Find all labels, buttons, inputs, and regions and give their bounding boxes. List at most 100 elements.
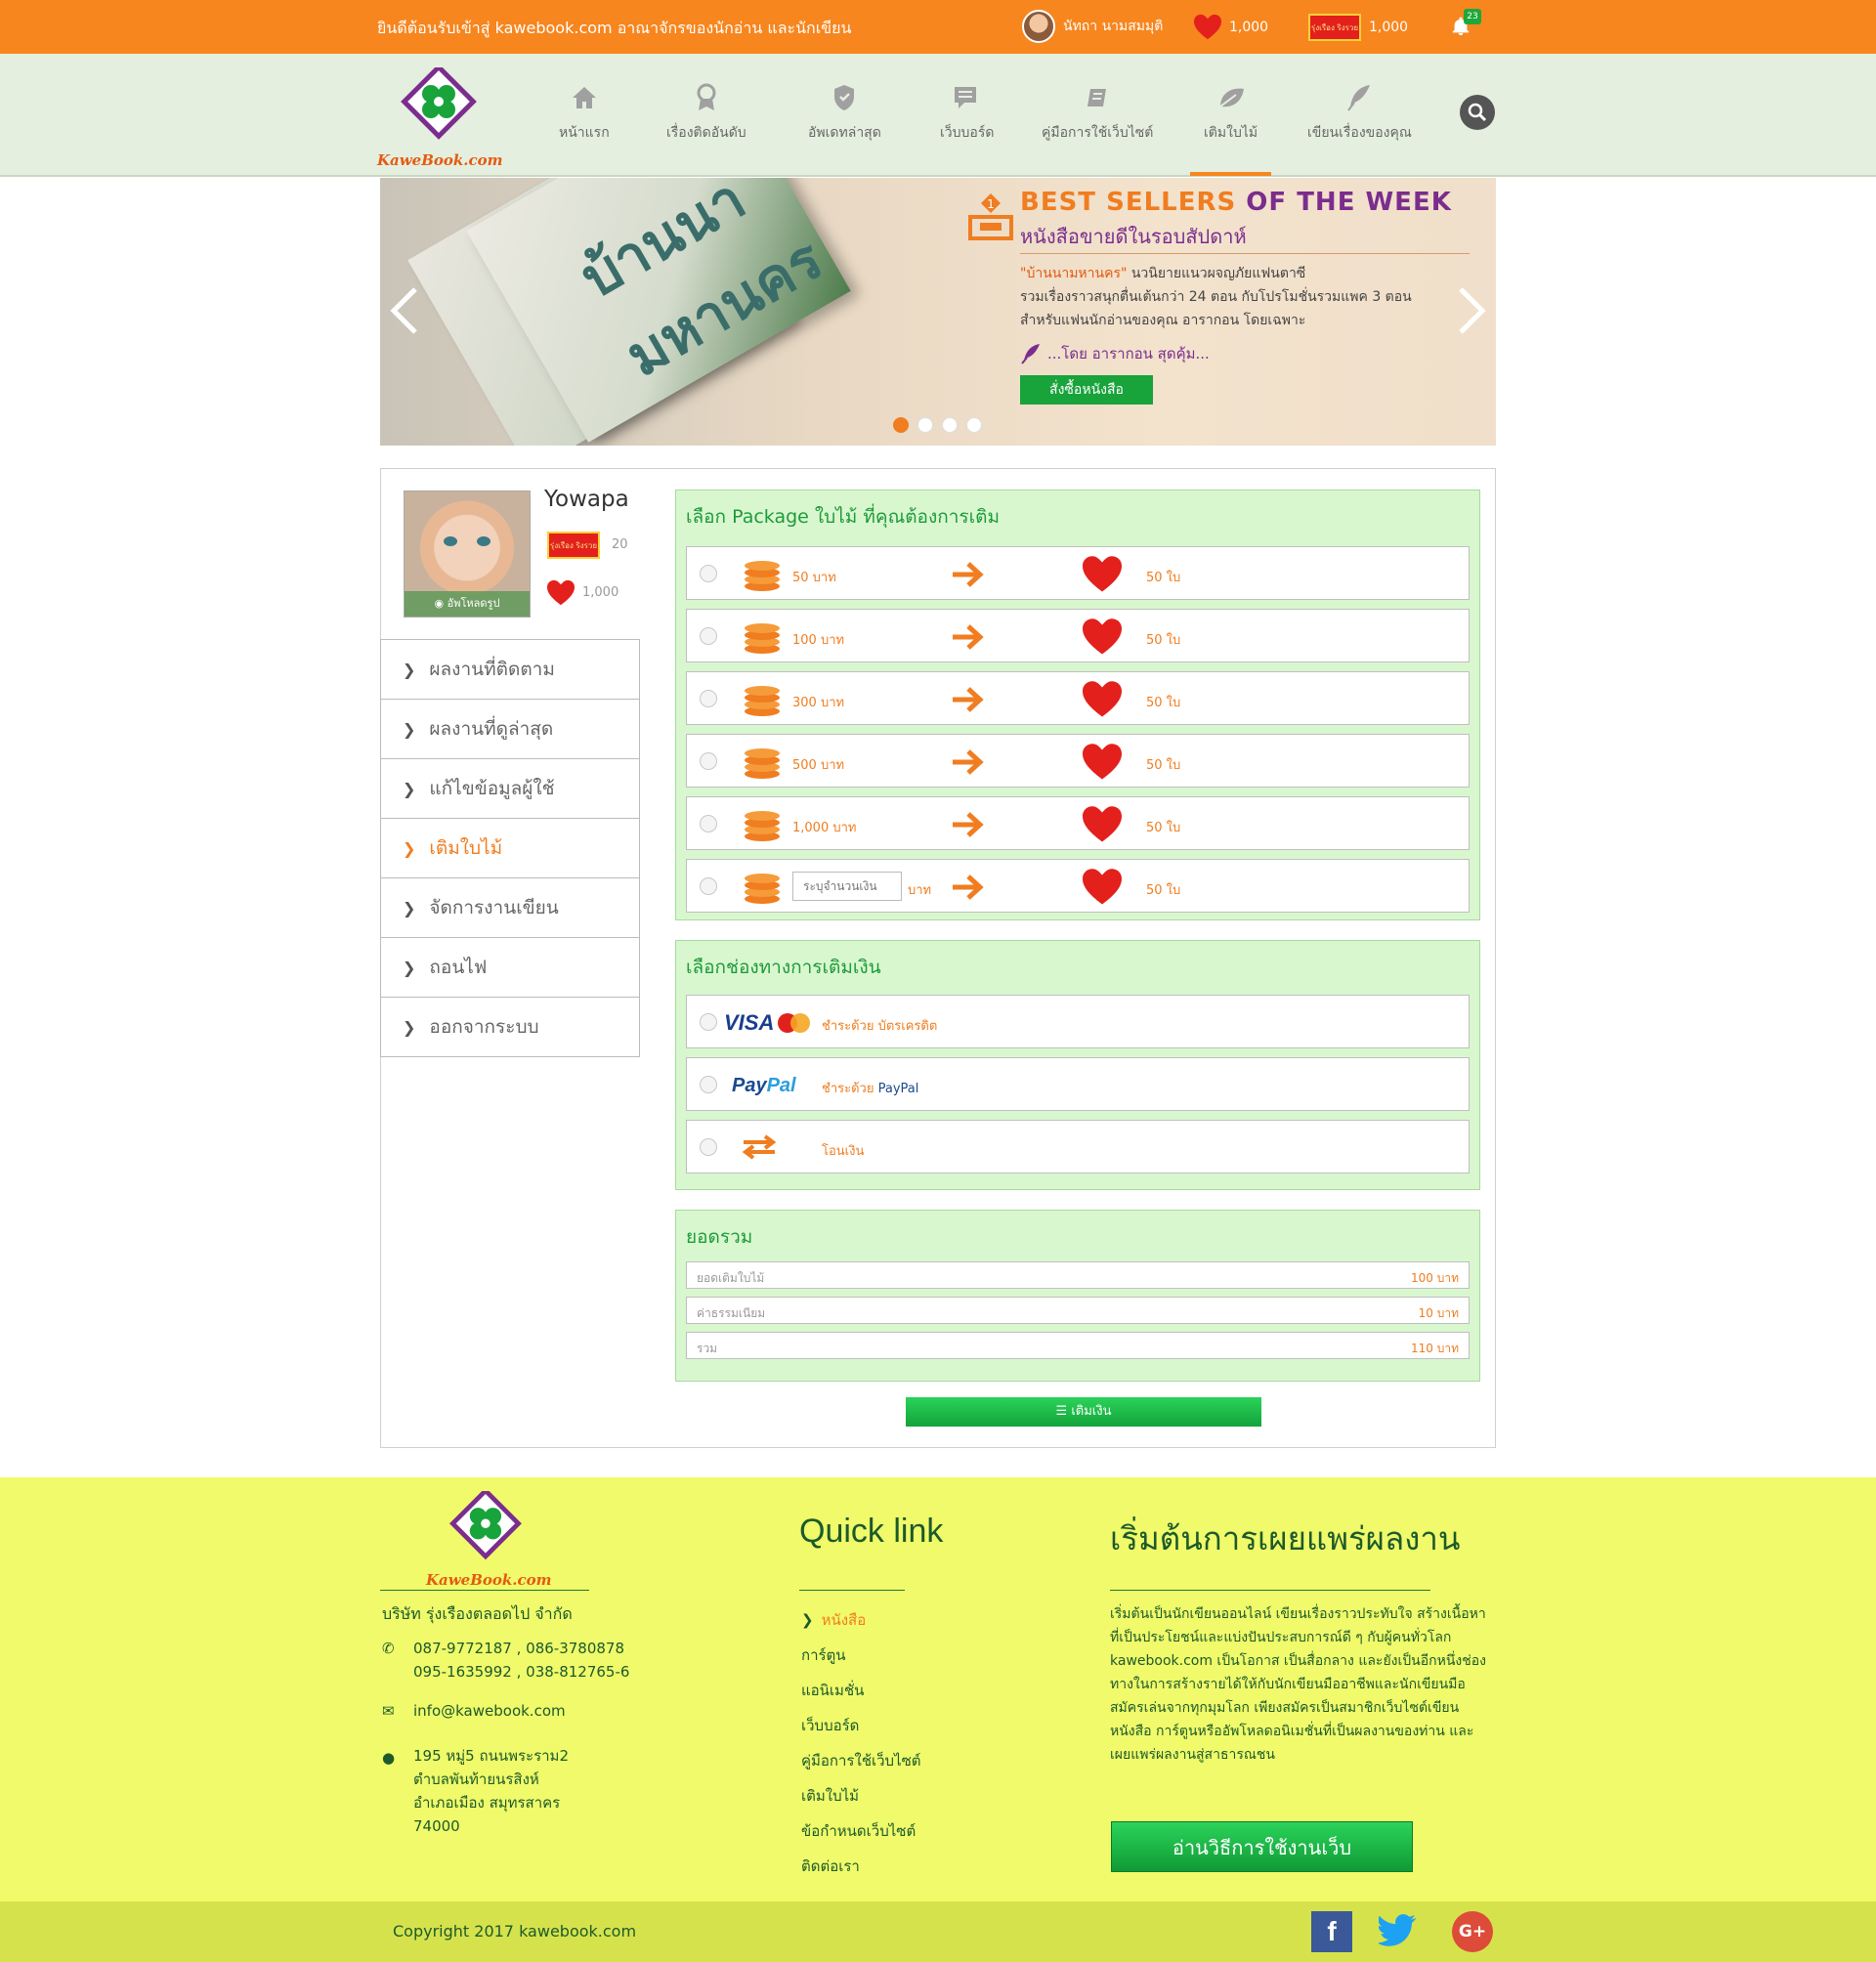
- arrow-right-icon: [953, 812, 984, 837]
- package-row[interactable]: 500 บาท 50 ใบ: [686, 734, 1470, 788]
- summary-panel-title: ยอดรวม: [686, 1226, 753, 1248]
- photo-detail: [444, 536, 457, 546]
- slide-dot-4[interactable]: [966, 417, 982, 433]
- summary-value: 100 บาท: [1411, 1271, 1459, 1285]
- user-name[interactable]: นัทถา นามสมมุติ: [1063, 16, 1163, 37]
- user-menu[interactable]: นัทถา นามสมมุติ: [1022, 10, 1163, 43]
- side-item-logout[interactable]: ❯ ออกจากระบบ: [380, 998, 640, 1057]
- package-row[interactable]: 100 บาท 50 ใบ: [686, 609, 1470, 662]
- quick-link-item[interactable]: การ์ตูน: [801, 1638, 921, 1673]
- topup-button[interactable]: ☰ เติมเงิน: [906, 1397, 1261, 1427]
- heart-icon: [1083, 618, 1122, 655]
- side-item-recent[interactable]: ❯ ผลงานที่ดูล่าสุด: [380, 700, 640, 759]
- side-item-manage-works[interactable]: ❯ จัดการงานเขียน: [380, 878, 640, 938]
- visa-logo: VISA: [724, 1010, 775, 1035]
- prev-slide-arrow[interactable]: [390, 285, 419, 348]
- twitter-icon[interactable]: [1379, 1911, 1420, 1952]
- nav-write[interactable]: เขียนเรื่องของคุณ: [1307, 83, 1412, 144]
- chevron-right-icon: ❯: [403, 719, 416, 739]
- quick-link-item[interactable]: เว็บบอร์ด: [801, 1708, 921, 1743]
- heart-icon: [1083, 681, 1122, 717]
- heart-icon: [1083, 744, 1122, 780]
- nav-manual[interactable]: คู่มือการใช้เว็บไซต์: [1042, 83, 1153, 144]
- package-row[interactable]: 300 บาท 50 ใบ: [686, 671, 1470, 725]
- copyright-bar: Copyright 2017 kawebook.com f G+: [0, 1901, 1876, 1962]
- side-item-edit-profile[interactable]: ❯ แก้ไขข้อมูลผู้ใช้: [380, 759, 640, 819]
- coupon-count: 1,000: [1369, 20, 1409, 35]
- package-row[interactable]: 50 บาท 50 ใบ: [686, 546, 1470, 600]
- nav-home[interactable]: หน้าแรก: [559, 83, 610, 144]
- payment-transfer[interactable]: โอนเงิน: [686, 1120, 1470, 1173]
- nav-latest-label: อัพเดทล่าสุด: [808, 125, 881, 141]
- coupon-balance: รุ่งเรือง ริงรวย 1,000: [1308, 14, 1408, 41]
- payment-radio[interactable]: [700, 1076, 717, 1093]
- payment-radio[interactable]: [700, 1138, 717, 1156]
- nav-manual-label: คู่มือการใช้เว็บไซต์: [1042, 125, 1154, 141]
- upload-photo-button[interactable]: ◉ อัพโหลดรูป: [405, 591, 530, 617]
- package-radio[interactable]: [700, 565, 717, 582]
- upload-label: อัพโหลดรูป: [447, 597, 500, 610]
- quick-link-item[interactable]: ติดต่อเรา: [801, 1849, 921, 1884]
- side-item-topup[interactable]: ❯ เติมใบไม้: [380, 819, 640, 878]
- read-guide-button[interactable]: อ่านวิธีการใช้งานเว็บ: [1111, 1821, 1413, 1872]
- visa-mastercard-logo: VISA: [724, 1009, 811, 1037]
- desc-line-1: นวนิยายแนวผจญภัยแฟนตาซี: [1127, 266, 1306, 281]
- custom-amount-input[interactable]: [792, 872, 902, 901]
- desc-highlight: "บ้านนามหานคร": [1020, 266, 1128, 281]
- arrow-right-icon: [953, 687, 984, 712]
- slide-dot-2[interactable]: [917, 417, 933, 433]
- nav-webboard[interactable]: เว็บบอร์ด: [940, 83, 994, 144]
- side-item-label: แก้ไขข้อมูลผู้ใช้: [429, 778, 555, 799]
- footer-logo-text: KaweBook.com: [426, 1571, 552, 1589]
- user-avatar[interactable]: [1022, 10, 1055, 43]
- google-plus-icon[interactable]: G+: [1452, 1911, 1493, 1952]
- quick-link-item[interactable]: เติมใบไม้: [801, 1778, 921, 1813]
- leaves-value: 50 ใบ: [1146, 883, 1181, 898]
- quick-link-label: แอนิเมชั่น: [801, 1682, 865, 1699]
- copyright-text: Copyright 2017 kawebook.com: [393, 1922, 637, 1941]
- package-radio[interactable]: [700, 627, 717, 645]
- slide-dot-1[interactable]: [893, 417, 909, 433]
- package-row[interactable]: 1,000 บาท 50 ใบ: [686, 796, 1470, 850]
- package-radio[interactable]: [700, 815, 717, 832]
- clover-logo-icon: [449, 1487, 522, 1560]
- side-item-withdraw[interactable]: ❯ ถอนไฟ: [380, 938, 640, 998]
- email-link[interactable]: info@kawebook.com: [413, 1699, 566, 1723]
- address-line-4: 74000: [413, 1817, 460, 1835]
- nav-latest[interactable]: อัพเดทล่าสุด: [808, 83, 881, 144]
- quick-link-item[interactable]: ข้อกำหนดเว็บไซต์: [801, 1813, 921, 1849]
- quick-link-label: เว็บบอร์ด: [801, 1717, 860, 1734]
- side-item-following[interactable]: ❯ ผลงานที่ติดตาม: [380, 640, 640, 700]
- quick-link-item[interactable]: คู่มือการใช้เว็บไซต์: [801, 1743, 921, 1778]
- nav-topup[interactable]: เติมใบไม้: [1189, 83, 1272, 176]
- profile-photo[interactable]: ◉ อัพโหลดรูป: [404, 490, 531, 618]
- side-item-label: เติมใบไม้: [429, 837, 503, 859]
- quick-link-item[interactable]: ❯ หนังสือ: [801, 1602, 921, 1638]
- package-radio[interactable]: [700, 752, 717, 770]
- quick-link-label: คู่มือการใช้เว็บไซต์: [801, 1752, 921, 1770]
- footer-logo[interactable]: KaweBook.com: [426, 1487, 552, 1589]
- quick-link-item[interactable]: แอนิเมชั่น: [801, 1673, 921, 1708]
- leaves-value: 50 ใบ: [1146, 758, 1181, 773]
- coins-icon: ☰: [1055, 1404, 1068, 1419]
- site-logo[interactable]: KaweBook.com: [377, 64, 503, 169]
- package-amount: 50 บาท: [792, 571, 836, 585]
- chevron-right-icon: ❯: [801, 1611, 814, 1629]
- coins-icon: [745, 686, 780, 716]
- heart-icon: [1083, 556, 1122, 592]
- package-radio[interactable]: [700, 690, 717, 707]
- search-button[interactable]: [1460, 95, 1495, 130]
- nav-ranking[interactable]: เรื่องติดอันดับ: [666, 83, 746, 144]
- package-radio[interactable]: [700, 877, 717, 895]
- quick-link-label: หนังสือ: [821, 1611, 867, 1629]
- facebook-icon[interactable]: f: [1311, 1911, 1352, 1952]
- payment-credit-card[interactable]: VISA ชำระด้วย บัตรเครดิต: [686, 995, 1470, 1048]
- payment-radio[interactable]: [700, 1013, 717, 1031]
- payment-paypal[interactable]: PayPal ชำระด้วย PayPal: [686, 1057, 1470, 1111]
- package-row-custom[interactable]: บาท 50 ใบ: [686, 859, 1470, 913]
- summary-value: 10 บาท: [1418, 1306, 1459, 1320]
- chevron-right-icon: ❯: [403, 660, 416, 679]
- order-book-button[interactable]: สั่งซื้อหนังสือ: [1020, 375, 1153, 405]
- package-amount: 1,000 บาท: [792, 821, 857, 835]
- slide-dot-3[interactable]: [942, 417, 958, 433]
